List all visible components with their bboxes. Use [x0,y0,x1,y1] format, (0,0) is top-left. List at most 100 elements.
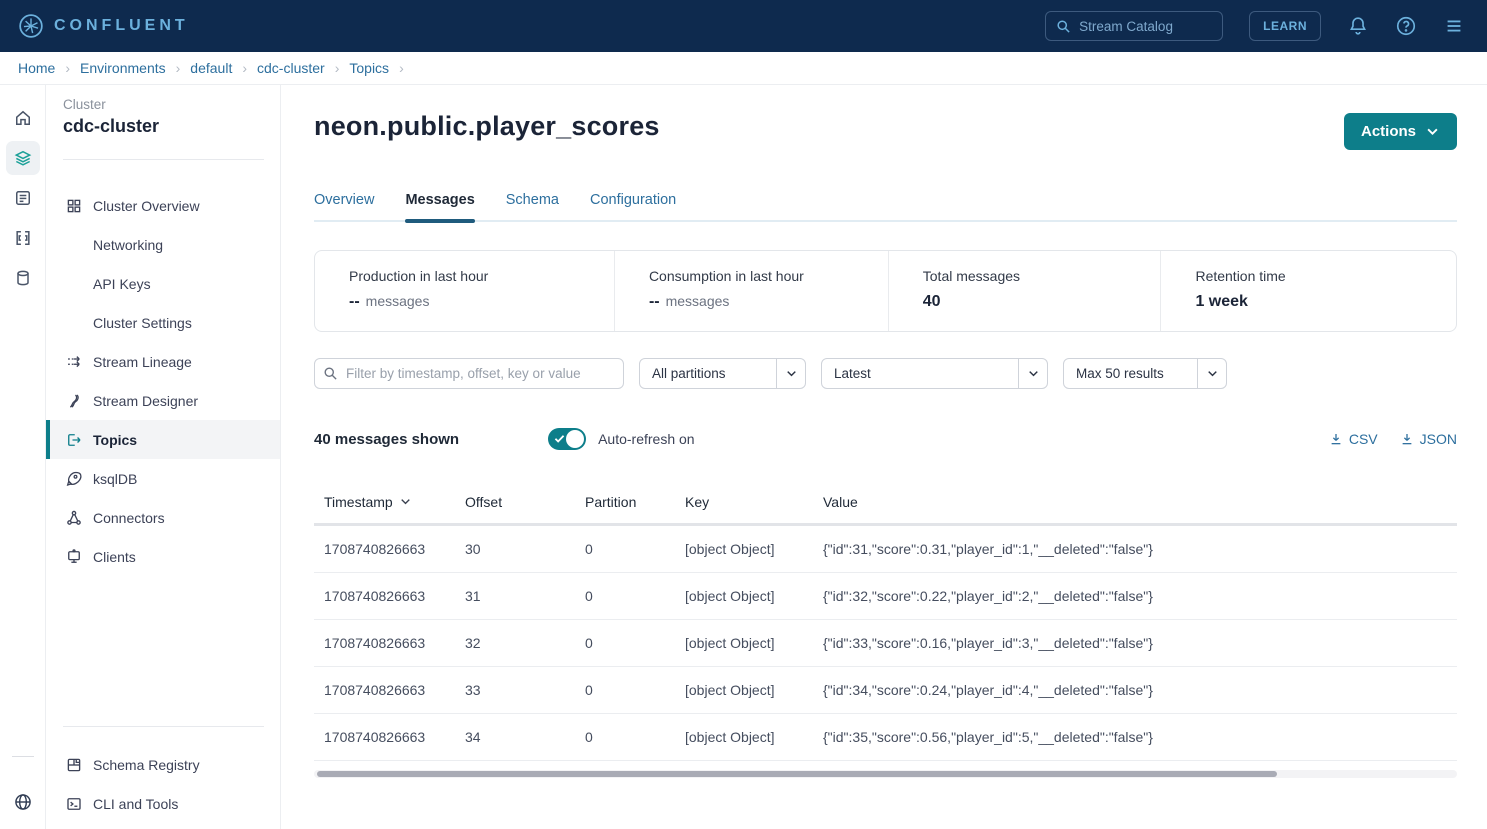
sidebar-item-schema-registry[interactable]: Schema Registry [46,745,280,784]
cli-icon [65,795,83,813]
breadcrumb-link-cdc-cluster[interactable]: cdc-cluster [257,60,325,76]
designer-icon [65,392,83,410]
cell-partition: 0 [575,729,675,745]
home-icon[interactable] [6,101,40,135]
sidebar-menu: Cluster OverviewNetworking API Keys Cluste… [46,186,280,576]
column-header-key: Key [675,494,813,510]
download-csv-link[interactable]: CSV [1329,431,1378,447]
message-row[interactable]: 1708740826663340[object Object]{"id":35,… [314,714,1457,761]
sidebar-item-label: ksqlDB [93,471,137,487]
breadcrumb-separator-icon: › [399,60,404,76]
messages-shown-count: 40 messages shown [314,431,459,448]
message-row[interactable]: 1708740826663320[object Object]{"id":33,… [314,620,1457,667]
learn-button[interactable]: LEARN [1249,11,1321,41]
horizontal-scrollbar-thumb[interactable] [317,771,1277,777]
search-icon [1056,19,1071,34]
stat-label: Production in last hour [349,268,614,284]
horizontal-scrollbar[interactable] [314,770,1457,778]
messages-table-body: 1708740826663300[object Object]{"id":31,… [314,526,1457,761]
brand-name: CONFLUENT [54,17,189,35]
column-header-label: Key [685,494,709,510]
stream-catalog-input[interactable] [1079,19,1199,34]
breadcrumb-link-default[interactable]: default [190,60,232,76]
sidebar-item-topics[interactable]: Topics [46,420,280,459]
notifications-bell-icon[interactable] [1347,15,1369,37]
message-filter-input[interactable] [314,358,624,389]
sidebar-item-networking[interactable]: Networking [46,225,280,264]
partition-dropdown-value: All partitions [640,366,776,381]
breadcrumb-link-home[interactable]: Home [18,60,55,76]
breadcrumb-separator-icon: › [176,60,181,76]
stat-label: Consumption in last hour [649,268,888,284]
stat-suffix: messages [366,293,430,309]
cell-offset: 34 [455,729,575,745]
download-json-link[interactable]: JSON [1400,431,1457,447]
sidebar-item-label: Cluster Settings [93,315,192,331]
chevron-down-icon [1206,367,1219,380]
breadcrumb-link-topics[interactable]: Topics [349,60,389,76]
cell-key: [object Object] [675,729,813,745]
cluster-sidebar: Cluster cdc-cluster Cluster OverviewNetw… [46,85,281,829]
tab-configuration[interactable]: Configuration [590,192,676,220]
tab-overview[interactable]: Overview [314,192,374,220]
sidebar-item-stream-designer[interactable]: Stream Designer [46,381,280,420]
breadcrumb: Home›Environments›default›cdc-cluster›To… [0,52,1487,85]
cell-key: [object Object] [675,635,813,651]
message-row[interactable]: 1708740826663300[object Object]{"id":31,… [314,526,1457,573]
actions-button[interactable]: Actions [1344,113,1457,150]
grid-icon [65,197,83,215]
sidebar-item-cli-and-tools[interactable]: CLI and Tools [46,784,280,823]
chevron-down-icon [785,367,798,380]
sidebar-item-stream-lineage[interactable]: Stream Lineage [46,342,280,381]
sidebar-item-connectors[interactable]: Connectors [46,498,280,537]
stat-value: -- [649,293,660,311]
sort-order-dropdown[interactable]: Latest [821,358,1048,389]
cell-value: {"id":35,"score":0.56,"player_id":5,"__d… [813,729,1457,745]
sidebar-item-cluster-settings[interactable]: Cluster Settings [46,303,280,342]
environments-layers-icon[interactable] [6,141,40,175]
sidebar-item-clients[interactable]: Clients [46,537,280,576]
search-icon [323,366,338,381]
cell-partition: 0 [575,682,675,698]
sidebar-item-label: API Keys [93,276,151,292]
main-content: neon.public.player_scores Actions Overvi… [281,85,1487,829]
connectors-icon [65,509,83,527]
tab-schema[interactable]: Schema [506,192,559,220]
globe-icon[interactable] [6,785,40,819]
cell-offset: 33 [455,682,575,698]
message-row[interactable]: 1708740826663330[object Object]{"id":34,… [314,667,1457,714]
result-limit-dropdown[interactable]: Max 50 results [1063,358,1227,389]
cluster-label: Cluster [46,97,280,114]
tab-messages[interactable]: Messages [405,192,474,220]
cell-value: {"id":33,"score":0.16,"player_id":3,"__d… [813,635,1457,651]
flink-brackets-icon[interactable] [6,221,40,255]
sidebar-divider [63,159,264,160]
cell-key: [object Object] [675,541,813,557]
stream-catalog-search[interactable] [1045,11,1223,41]
message-filter-search[interactable] [314,358,624,389]
message-row[interactable]: 1708740826663310[object Object]{"id":32,… [314,573,1457,620]
database-icon[interactable] [6,261,40,295]
download-icon [1400,432,1414,446]
sidebar-item-ksqldb[interactable]: ksqlDB [46,459,280,498]
sidebar-item-cluster-overview[interactable]: Cluster Overview [46,186,280,225]
breadcrumb-link-environments[interactable]: Environments [80,60,166,76]
auto-refresh-toggle[interactable] [548,428,586,450]
column-header-timestamp[interactable]: Timestamp [314,494,455,510]
column-header-offset: Offset [455,494,575,510]
icon-rail [0,85,46,829]
hamburger-menu-icon[interactable] [1443,15,1465,37]
cell-value: {"id":31,"score":0.31,"player_id":1,"__d… [813,541,1457,557]
page-title: neon.public.player_scores [314,111,660,142]
sidebar-item-label: Schema Registry [93,757,200,773]
stat-label: Total messages [923,268,1161,284]
confluent-brand[interactable]: CONFLUENT [18,13,189,39]
sort-order-dropdown-value: Latest [822,366,1018,381]
billing-document-icon[interactable] [6,181,40,215]
partition-dropdown[interactable]: All partitions [639,358,806,389]
sidebar-item-label: Stream Lineage [93,354,192,370]
sidebar-item-api-keys[interactable]: API Keys [46,264,280,303]
help-icon[interactable] [1395,15,1417,37]
cluster-name: cdc-cluster [46,114,280,137]
download-json-label: JSON [1420,431,1457,447]
